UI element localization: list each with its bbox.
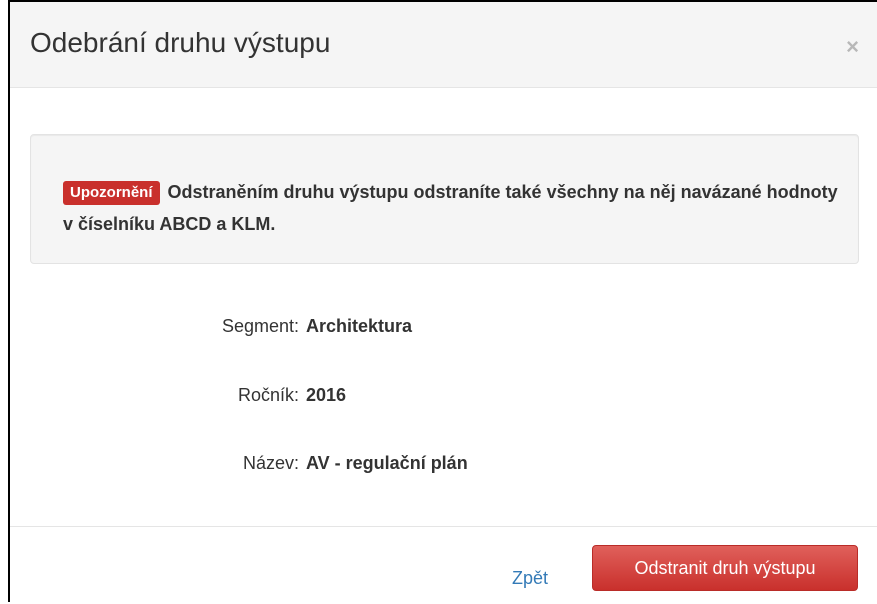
alert-message: Odstraněním druhu výstupu odstraníte tak… <box>63 182 838 234</box>
warning-alert: Upozornění Odstraněním druhu výstupu odst… <box>30 134 859 264</box>
delete-output-type-modal: Odebrání druhu výstupu × Upozornění Odstr… <box>8 0 877 602</box>
close-icon[interactable]: × <box>846 36 859 58</box>
modal-header: Odebrání druhu výstupu × <box>10 2 877 88</box>
name-label: Název: <box>242 453 299 473</box>
field-row-year: Ročník: 2016 <box>10 381 877 409</box>
year-value: 2016 <box>306 385 347 405</box>
modal-title: Odebrání druhu výstupu <box>30 27 331 58</box>
alert-text: Upozornění Odstraněním druhu výstupu odst… <box>63 176 843 240</box>
delete-output-type-button[interactable]: Odstranit druh výstupu <box>592 545 858 591</box>
modal-footer: Zpět Odstranit druh výstupu <box>10 526 877 604</box>
field-row-name: Název: AV - regulační plán <box>10 449 877 477</box>
field-row-segment: Segment: Architektura <box>10 312 877 340</box>
name-value: AV - regulační plán <box>306 453 468 473</box>
segment-value: Architektura <box>306 316 413 336</box>
warning-badge: Upozornění <box>63 181 160 205</box>
back-link[interactable]: Zpět <box>512 564 548 592</box>
segment-label: Segment: <box>221 316 299 336</box>
year-label: Ročník: <box>237 385 299 405</box>
